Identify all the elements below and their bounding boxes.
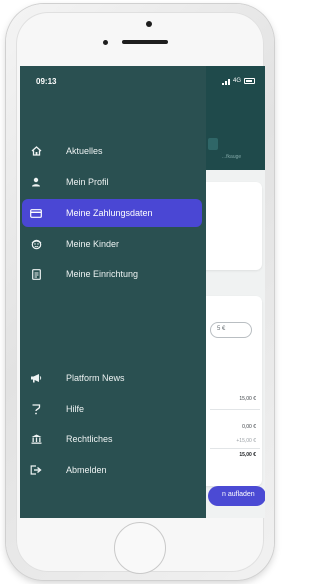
amount-total: 15,00 € bbox=[239, 452, 256, 458]
battery-icon bbox=[244, 78, 256, 84]
home-button[interactable] bbox=[114, 522, 166, 574]
help-icon bbox=[30, 403, 42, 415]
menu-item-mein-profil[interactable]: Mein Profil bbox=[20, 168, 206, 196]
divider bbox=[210, 448, 260, 449]
bank-icon bbox=[30, 433, 42, 445]
credit-card-icon bbox=[30, 207, 42, 219]
menu-item-label: Aktuelles bbox=[66, 146, 103, 156]
signal-icon bbox=[222, 78, 230, 85]
status-indicators: 4G bbox=[222, 76, 256, 86]
megaphone-icon bbox=[30, 372, 42, 384]
sensor-dot bbox=[146, 21, 152, 27]
child-face-icon bbox=[30, 238, 42, 250]
earpiece-speaker bbox=[122, 40, 168, 44]
menu-item-abmelden[interactable]: Abmelden bbox=[20, 456, 206, 484]
menu-item-meine-zahlungsdaten[interactable]: Meine Zahlungsdaten bbox=[22, 199, 202, 227]
document-icon bbox=[30, 268, 42, 280]
divider bbox=[210, 409, 260, 410]
summary-card bbox=[200, 182, 262, 270]
menu-item-meine-kinder[interactable]: Meine Kinder bbox=[20, 230, 206, 258]
amount-value: 0,00 € bbox=[242, 424, 256, 430]
amount-value: +15,00 € bbox=[236, 438, 256, 444]
menu-item-label: Abmelden bbox=[66, 465, 107, 475]
phone-screen: ...fkauge 5 € 15,00 € 0,00 € +15,00 € 15… bbox=[20, 66, 265, 518]
amount-value: 15,00 € bbox=[239, 396, 256, 402]
home-icon bbox=[30, 145, 42, 157]
menu-item-label: Platform News bbox=[66, 373, 125, 383]
logout-icon bbox=[30, 464, 42, 476]
menu-item-hilfe[interactable]: Hilfe bbox=[20, 395, 206, 423]
menu-item-label: Meine Zahlungsdaten bbox=[66, 208, 153, 218]
menu-item-platform-news[interactable]: Platform News bbox=[20, 364, 206, 392]
menu-item-label: Rechtliches bbox=[66, 434, 113, 444]
menu-item-meine-einrichtung[interactable]: Meine Einrichtung bbox=[20, 260, 206, 288]
wallet-tab-icon[interactable] bbox=[208, 138, 218, 150]
menu-item-aktuelles[interactable]: Aktuelles bbox=[20, 137, 206, 165]
menu-item-rechtliches[interactable]: Rechtliches bbox=[20, 425, 206, 453]
menu-item-label: Mein Profil bbox=[66, 177, 109, 187]
amount-input[interactable]: 5 € bbox=[210, 322, 252, 338]
network-type: 4G bbox=[233, 78, 242, 84]
person-icon bbox=[30, 176, 42, 188]
status-time: 09:13 bbox=[36, 77, 57, 86]
menu-item-label: Meine Kinder bbox=[66, 239, 120, 249]
wallet-tab-label: ...fkauge bbox=[222, 154, 242, 160]
navigation-drawer: 09:13 Aktuelles Mein Profil Meine Zahlun… bbox=[20, 66, 206, 518]
front-camera bbox=[103, 40, 108, 45]
menu-item-label: Meine Einrichtung bbox=[66, 269, 139, 279]
top-up-button[interactable]: n aufladen bbox=[208, 486, 265, 506]
menu-item-label: Hilfe bbox=[66, 404, 85, 414]
